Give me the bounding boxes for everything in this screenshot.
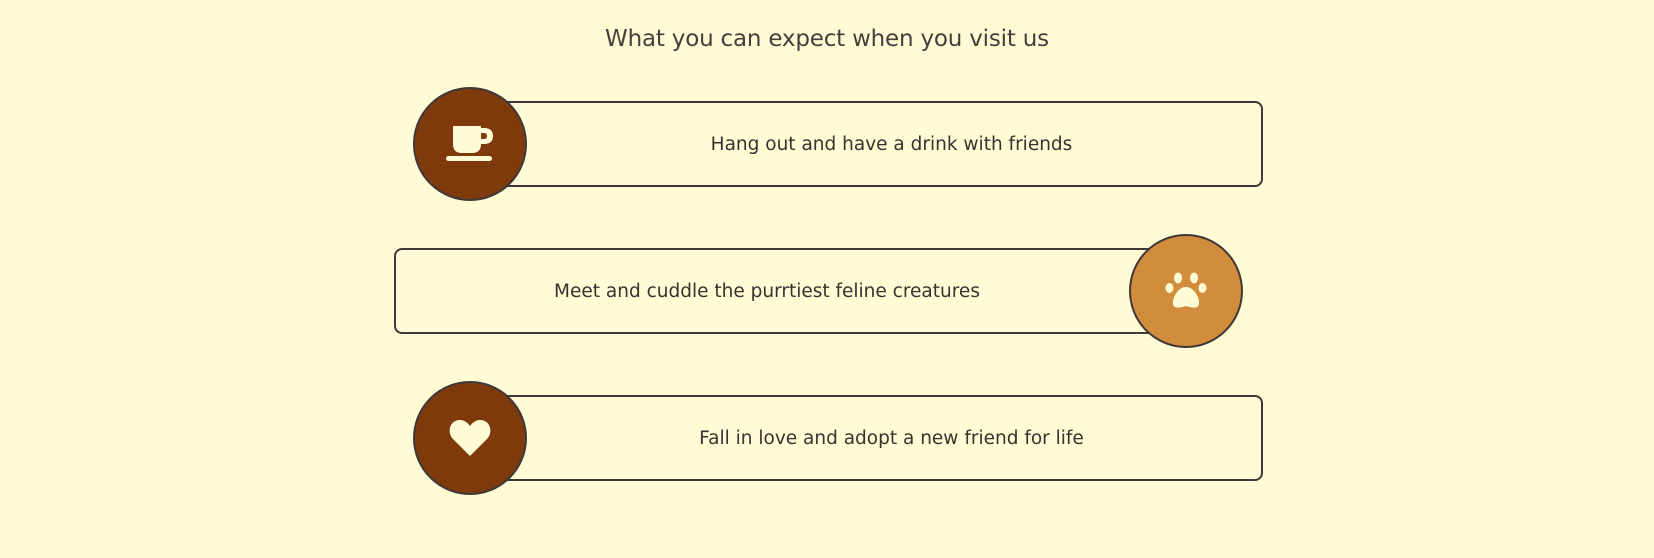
section-heading: What you can expect when you visit us	[605, 26, 1049, 52]
feature-badge-drink	[413, 87, 527, 201]
feature-card-adopt: Fall in love and adopt a new friend for …	[440, 395, 1263, 481]
features-section: What you can expect when you visit us Ha…	[0, 0, 1654, 558]
feature-text: Meet and cuddle the purrtiest feline cre…	[554, 280, 980, 302]
feature-card-cats: Meet and cuddle the purrtiest feline cre…	[394, 248, 1220, 334]
feature-text: Fall in love and adopt a new friend for …	[699, 427, 1084, 449]
coffee-cup-icon	[446, 126, 493, 161]
paw-icon	[1165, 272, 1207, 308]
feature-text: Hang out and have a drink with friends	[710, 133, 1073, 155]
feature-card-drink: Hang out and have a drink with friends	[440, 101, 1263, 187]
feature-badge-cats	[1129, 234, 1243, 348]
feature-badge-adopt	[413, 381, 527, 495]
heart-icon	[449, 419, 491, 456]
